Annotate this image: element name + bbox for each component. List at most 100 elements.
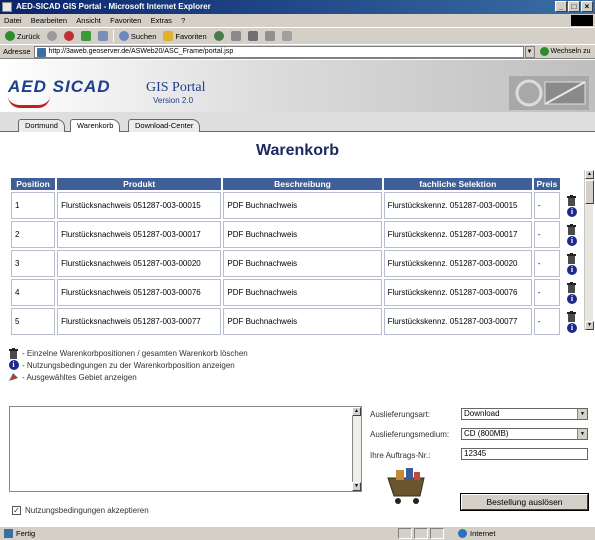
info-icon[interactable]: i (566, 294, 577, 304)
globe-icon (458, 529, 467, 538)
trash-icon[interactable] (567, 253, 577, 264)
menu-favoriten[interactable]: Favoriten (110, 16, 141, 25)
tab-warenkorb[interactable]: Warenkorb (70, 119, 121, 132)
cell-position: 2 (11, 221, 56, 248)
delivery-type-select[interactable]: Download ▼ (461, 408, 588, 420)
portal-header: AED SICAD GIS Portal Version 2.0 (0, 60, 595, 112)
menu-datei[interactable]: Datei (4, 16, 22, 25)
chevron-down-icon[interactable]: ▼ (577, 409, 587, 419)
cell-position: 3 (11, 250, 56, 277)
mail-button[interactable] (229, 31, 243, 41)
cell-position: 4 (11, 279, 56, 306)
cell-actions: i (561, 308, 582, 335)
info-icon[interactable]: i (566, 236, 577, 246)
zone-label: Internet (470, 529, 496, 538)
print-button[interactable] (246, 31, 260, 41)
cell-position: 5 (11, 308, 56, 335)
tab-dortmund[interactable]: Dortmund (18, 119, 65, 132)
cell-preis: - (533, 250, 560, 277)
cart-scrollbar[interactable]: ▲ ▼ (584, 170, 594, 330)
notes-scroll-down-button[interactable]: ▼ (352, 482, 361, 491)
notes-scrollbar[interactable]: ▲ ▼ (352, 406, 362, 492)
mail-icon (230, 31, 241, 41)
medium-select[interactable]: CD (800MB) ▼ (461, 428, 588, 440)
chevron-down-icon[interactable]: ▼ (577, 429, 587, 439)
security-zone: Internet (458, 527, 495, 540)
close-button[interactable]: × (581, 1, 593, 12)
header-preis: Preis (533, 178, 560, 190)
delivery-type-value: Download (464, 409, 500, 418)
scroll-up-button[interactable]: ▲ (585, 170, 594, 179)
trash-icon[interactable] (567, 282, 577, 293)
trash-icon[interactable] (567, 195, 577, 206)
tab-download-center[interactable]: Download-Center (128, 119, 201, 132)
cell-position: 1 (11, 192, 56, 219)
cell-beschreibung: PDF Buchnachweis (223, 308, 382, 335)
place-order-button[interactable]: Bestellung auslösen (460, 493, 589, 511)
maximize-button[interactable]: □ (568, 1, 580, 12)
stop-button[interactable] (62, 31, 76, 41)
cart-table-header: Position Produkt Beschreibung fachliche … (11, 178, 582, 190)
accept-terms-checkbox[interactable]: ✓ (12, 506, 21, 515)
cell-selektion: Flurstückskennz. 051287-003-00020 (383, 250, 532, 277)
logo-text-a: AED (8, 77, 47, 96)
info-icon[interactable]: i (566, 207, 577, 217)
notes-textarea[interactable] (9, 406, 361, 492)
cell-beschreibung: PDF Buchnachweis (223, 279, 382, 306)
info-icon[interactable]: i (566, 265, 577, 275)
edit-button[interactable] (263, 31, 277, 41)
menu-bearbeiten[interactable]: Bearbeiten (31, 16, 67, 25)
favorites-button[interactable]: Favoriten (161, 29, 208, 44)
header-produkt: Produkt (57, 178, 222, 190)
accept-terms: ✓ Nutzungsbedingungen akzeptieren (12, 506, 149, 515)
info-icon[interactable]: i (566, 323, 577, 333)
go-button[interactable]: Wechseln zu (539, 47, 590, 56)
menu-extras[interactable]: Extras (151, 16, 172, 25)
notes-scroll-up-button[interactable]: ▲ (352, 407, 361, 416)
home-button[interactable] (96, 31, 110, 41)
menu-ansicht[interactable]: Ansicht (76, 16, 101, 25)
menu-help[interactable]: ? (181, 16, 185, 25)
stop-icon (63, 31, 74, 41)
trash-icon[interactable] (567, 224, 577, 235)
cell-produkt: Flurstücksnachweis 051287-003-00077 (57, 308, 222, 335)
cell-actions: i (561, 192, 582, 219)
scroll-thumb[interactable] (585, 180, 594, 204)
history-button[interactable] (212, 31, 226, 41)
url-text: http://3aweb.geoserver.de/ASWeb20/ASC_Fr… (48, 47, 234, 55)
scroll-down-button[interactable]: ▼ (585, 321, 594, 330)
trash-icon[interactable] (8, 347, 19, 359)
minimize-button[interactable]: _ (555, 1, 567, 12)
accept-terms-label: Nutzungsbedingungen akzeptieren (25, 506, 149, 515)
cell-beschreibung: PDF Buchnachweis (223, 221, 382, 248)
cell-produkt: Flurstücksnachweis 051287-003-00076 (57, 279, 222, 306)
url-input[interactable]: http://3aweb.geoserver.de/ASWeb20/ASC_Fr… (33, 45, 524, 58)
table-row: 3 Flurstücksnachweis 051287-003-00020 PDF … (11, 250, 582, 277)
shopping-cart-icon (387, 468, 425, 504)
forward-button[interactable] (45, 31, 59, 41)
window-titlebar: AED-SICAD GIS Portal - Microsoft Interne… (0, 0, 595, 14)
cell-produkt: Flurstücksnachweis 051287-003-00015 (57, 192, 222, 219)
menu-bar: Datei Bearbeiten Ansicht Favoriten Extra… (0, 14, 595, 27)
edit-icon (264, 31, 275, 41)
search-label: Suchen (130, 31, 157, 41)
back-button[interactable]: Zurück (3, 29, 42, 44)
cell-selektion: Flurstückskennz. 051287-003-00077 (383, 308, 532, 335)
window-title: AED-SICAD GIS Portal - Microsoft Interne… (16, 2, 211, 11)
discuss-button[interactable] (280, 31, 294, 41)
status-text-area: Fertig (4, 527, 35, 540)
info-icon: i (8, 360, 19, 370)
trash-icon[interactable] (567, 311, 577, 322)
cell-produkt: Flurstücksnachweis 051287-003-00017 (57, 221, 222, 248)
header-position: Position (11, 178, 56, 190)
aed-sicad-logo: AED SICAD (8, 78, 118, 95)
cart-table-container: Position Produkt Beschreibung fachliche … (9, 176, 584, 336)
search-button[interactable]: Suchen (117, 29, 158, 44)
search-icon (118, 31, 129, 41)
refresh-button[interactable] (79, 31, 93, 41)
go-arrow-icon (539, 47, 549, 56)
icon-legend: - Einzelne Warenkorbpositionen / gesamte… (8, 347, 248, 383)
order-number-input[interactable]: 12345 (461, 448, 588, 460)
page-icon (36, 47, 46, 57)
address-dropdown-button[interactable]: ▼ (524, 45, 535, 58)
